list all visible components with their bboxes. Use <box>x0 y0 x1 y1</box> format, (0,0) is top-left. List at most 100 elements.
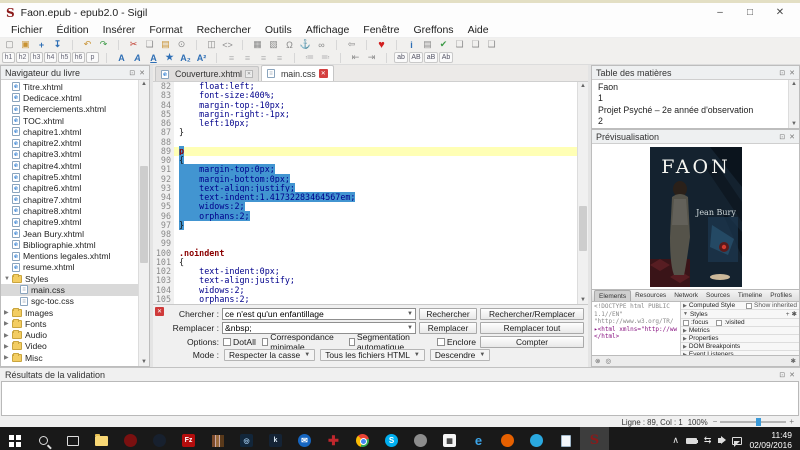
tree-item-main-css[interactable]: ≡main.css <box>1 284 138 295</box>
taskbar-search-button[interactable] <box>29 427 58 450</box>
outdent-icon[interactable]: ⇤ <box>348 52 363 64</box>
inspector-pseudo-row[interactable]: :focus:visited <box>681 319 799 327</box>
code-line[interactable]: 86 left:10px; <box>153 119 577 128</box>
menu-item[interactable]: Outils <box>258 23 299 37</box>
gimp-icon[interactable] <box>406 427 435 450</box>
chevron-down-icon[interactable]: ▼ <box>407 325 413 331</box>
menu-item[interactable]: Affichage <box>299 23 357 37</box>
battery-icon[interactable] <box>686 438 697 444</box>
align-left-icon[interactable]: ≡ <box>224 52 239 64</box>
speaker-icon[interactable] <box>718 438 722 443</box>
tree-item-bibliographie-xhtml[interactable]: eBibliographie.xhtml <box>1 239 138 250</box>
menu-item[interactable]: Greffons <box>406 23 460 37</box>
tray-chevron-icon[interactable]: ∧ <box>672 435 679 446</box>
italic-icon[interactable]: A <box>130 52 145 64</box>
close-icon[interactable]: ✕ <box>789 69 795 77</box>
add-file-icon[interactable]: + <box>34 39 49 51</box>
toc-entry[interactable]: 2 <box>598 116 788 128</box>
edge-icon[interactable]: e <box>464 427 493 450</box>
add-style-icon[interactable]: + <box>786 311 790 318</box>
chevron-icon[interactable]: ▶ <box>4 354 12 361</box>
find-replace-close-icon[interactable]: ✕ <box>155 307 164 316</box>
magnifier-icon[interactable]: ◎ <box>605 357 611 365</box>
notepad-icon[interactable] <box>551 427 580 450</box>
chevron-icon[interactable]: ▼ <box>4 276 12 282</box>
align-right-icon[interactable]: ≡ <box>256 52 271 64</box>
red-tool-icon[interactable]: ✚ <box>319 427 348 450</box>
tree-item-chapitre5-xhtml[interactable]: echapitre5.xhtml <box>1 171 138 182</box>
tree-item-mentions-legales-xhtml[interactable]: eMentions legales.xhtml <box>1 250 138 261</box>
steam-icon[interactable] <box>145 427 174 450</box>
titlecase-button[interactable]: aB <box>424 52 438 63</box>
pin-icon[interactable]: ⊡ <box>779 371 785 379</box>
find-replace-button[interactable]: Rechercher/Remplacer <box>480 308 584 320</box>
tree-item-dedicace-xhtml[interactable]: eDedicace.xhtml <box>1 92 138 103</box>
anchor-icon[interactable]: ⚓ <box>298 39 313 51</box>
file-explorer-icon[interactable] <box>87 427 116 450</box>
bullet-list-icon[interactable]: ≔ <box>302 52 317 64</box>
check-icon[interactable]: ✔ <box>436 39 451 51</box>
code-line[interactable]: 100.noindent <box>153 249 577 258</box>
pin-icon[interactable]: ⊡ <box>129 69 135 77</box>
h2-button[interactable]: h2 <box>16 52 29 63</box>
tree-item-sgc-toc-css[interactable]: ≡sgc-toc.css <box>1 296 138 307</box>
new-file-icon[interactable]: ▢ <box>2 39 17 51</box>
calculator-icon[interactable]: ▦ <box>435 427 464 450</box>
subscript-icon[interactable]: A₂ <box>178 52 193 64</box>
tree-item-toc-xhtml[interactable]: eTOC.xhtml <box>1 115 138 126</box>
p-button[interactable]: p <box>86 52 99 63</box>
mode-dropdown[interactable]: Tous les fichiers HTML▼ <box>320 349 425 361</box>
tree-item-chapitre1-xhtml[interactable]: echapitre1.xhtml <box>1 126 138 137</box>
chevron-icon[interactable]: ▶ <box>4 320 12 327</box>
scroll-down-icon[interactable]: ▼ <box>789 121 799 127</box>
tree-item-chapitre9-xhtml[interactable]: echapitre9.xhtml <box>1 217 138 228</box>
code-line[interactable]: 87} <box>153 128 577 137</box>
save-icon[interactable]: ↧ <box>50 39 65 51</box>
h5-button[interactable]: h5 <box>58 52 71 63</box>
tree-item-resume-xhtml[interactable]: eresume.xhtml <box>1 262 138 273</box>
thunderbird-icon[interactable]: ✉ <box>290 427 319 450</box>
superscript-icon[interactable]: A² <box>194 52 209 64</box>
scroll-up-icon[interactable]: ▲ <box>139 81 149 87</box>
inspector-dom-pane[interactable]: <!DOCTYPE html PUBLIC1.1//EN""http://www… <box>592 302 681 355</box>
close-icon[interactable]: ✕ <box>789 133 795 141</box>
code-line[interactable]: 105 orphans:2; <box>153 295 577 304</box>
kindle-icon[interactable]: k <box>261 427 290 450</box>
menu-item[interactable]: Fichier <box>4 23 50 37</box>
utorrent-icon[interactable] <box>522 427 551 450</box>
book-icon[interactable]: ▤ <box>420 39 435 51</box>
chevron-down-icon[interactable]: ▼ <box>407 311 413 317</box>
find-button[interactable]: Rechercher <box>419 308 477 320</box>
code-line[interactable]: 88 <box>153 138 577 147</box>
uppercase-button[interactable]: AB <box>409 52 423 63</box>
inspector-section-metrics[interactable]: ▶Metrics <box>681 327 799 335</box>
scroll-up-icon[interactable]: ▲ <box>578 83 588 89</box>
pin-icon[interactable]: ⊡ <box>779 69 785 77</box>
inspect-element-icon[interactable]: ⊗ <box>595 357 600 365</box>
gear-icon[interactable]: ✱ <box>791 357 796 365</box>
inspector-tab-profiles[interactable]: Profiles <box>766 290 796 301</box>
inspector-section-styles[interactable]: ▼Styles+✱ <box>681 310 799 319</box>
strike-icon[interactable]: ★ <box>162 52 177 64</box>
tree-item-chapitre7-xhtml[interactable]: echapitre7.xhtml <box>1 194 138 205</box>
option-checkbox-dotall[interactable]: DotAll <box>223 337 256 347</box>
back-icon[interactable]: ⇦ <box>344 39 359 51</box>
editor-scrollbar[interactable]: ▲ ▼ <box>577 82 588 304</box>
code-line[interactable]: 98 <box>153 230 577 239</box>
mode-dropdown[interactable]: Descendre▼ <box>430 349 490 361</box>
maximize-button[interactable]: □ <box>736 4 764 21</box>
undo-icon[interactable]: ↶ <box>80 39 95 51</box>
taskbar-clock[interactable]: 11:49 02/09/2016 <box>749 431 792 450</box>
tree-item-audio[interactable]: ▶Audio <box>1 330 138 341</box>
firefox-icon[interactable] <box>493 427 522 450</box>
zoom-out-icon[interactable]: − <box>713 418 718 426</box>
h6-button[interactable]: h6 <box>72 52 85 63</box>
tab-close-icon[interactable]: ✕ <box>245 70 253 78</box>
cut-icon[interactable]: ✂ <box>126 39 141 51</box>
calibre-icon[interactable] <box>203 427 232 450</box>
special-char-icon[interactable]: Ω <box>282 39 297 51</box>
tree-item-chapitre2-xhtml[interactable]: echapitre2.xhtml <box>1 137 138 148</box>
tree-item-styles[interactable]: ▼Styles <box>1 273 138 284</box>
checkbox-icon[interactable] <box>683 320 689 326</box>
plugin1-icon[interactable]: ❑ <box>452 39 467 51</box>
